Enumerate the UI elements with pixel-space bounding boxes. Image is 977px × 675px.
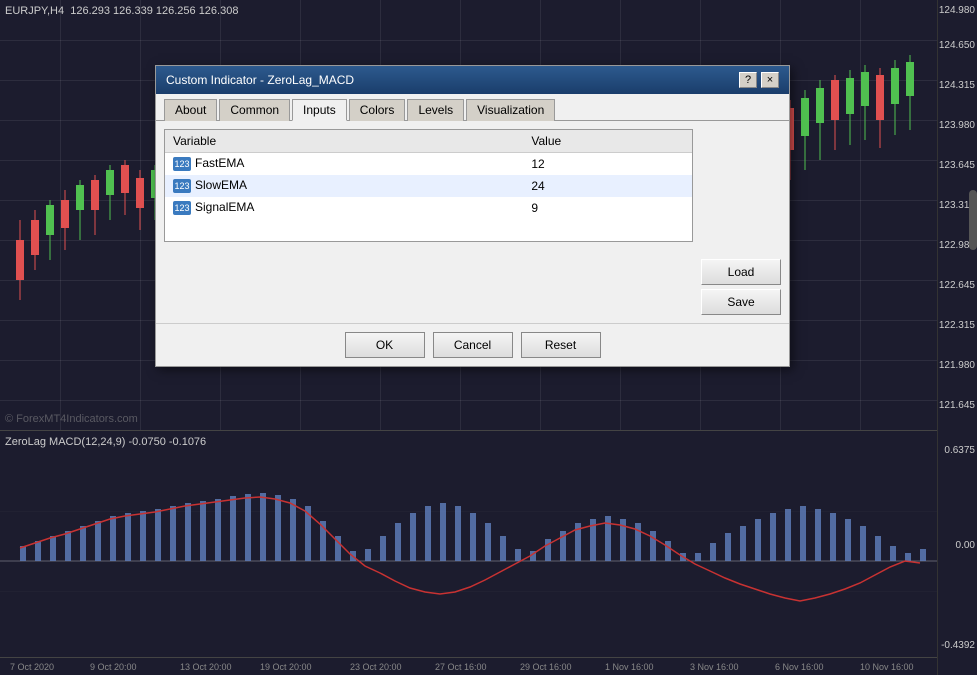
dialog-titlebar: Custom Indicator - ZeroLag_MACD ? × bbox=[156, 66, 789, 94]
table-section: Variable Value 123FastEMA 12 bbox=[164, 129, 693, 315]
save-button[interactable]: Save bbox=[701, 289, 781, 315]
reset-button[interactable]: Reset bbox=[521, 332, 601, 358]
table-row[interactable]: 123SignalEMA 9 bbox=[165, 197, 692, 219]
tab-visualization[interactable]: Visualization bbox=[466, 99, 555, 121]
load-button[interactable]: Load bbox=[701, 259, 781, 285]
table-header-row: Variable Value bbox=[165, 130, 692, 153]
tab-levels[interactable]: Levels bbox=[407, 99, 464, 121]
inputs-table: Variable Value 123FastEMA 12 bbox=[165, 130, 692, 241]
table-row[interactable]: 123SlowEMA 24 bbox=[165, 175, 692, 197]
dialog-controls: ? × bbox=[739, 72, 779, 88]
close-button[interactable]: × bbox=[761, 72, 779, 88]
table-spacer-row bbox=[165, 219, 692, 241]
var-cell-2: 123SlowEMA bbox=[165, 175, 523, 197]
tab-common[interactable]: Common bbox=[219, 99, 290, 121]
table-row[interactable]: 123FastEMA 12 bbox=[165, 153, 692, 175]
val-cell-3[interactable]: 9 bbox=[523, 197, 692, 219]
dialog-layout: Variable Value 123FastEMA 12 bbox=[164, 129, 781, 315]
val-cell-2[interactable]: 24 bbox=[523, 175, 692, 197]
inputs-table-container: Variable Value 123FastEMA 12 bbox=[164, 129, 693, 242]
dialog-overlay: Custom Indicator - ZeroLag_MACD ? × Abou… bbox=[0, 0, 977, 675]
table-spacer-cell bbox=[165, 219, 692, 241]
val-cell-1[interactable]: 12 bbox=[523, 153, 692, 175]
var-cell-1: 123FastEMA bbox=[165, 153, 523, 175]
dialog-footer: OK Cancel Reset bbox=[156, 323, 789, 366]
col-value: Value bbox=[523, 130, 692, 153]
var-icon-3: 123 bbox=[173, 201, 191, 215]
tab-about[interactable]: About bbox=[164, 99, 217, 121]
side-buttons: Load Save bbox=[701, 129, 781, 315]
var-icon-2: 123 bbox=[173, 179, 191, 193]
var-cell-3: 123SignalEMA bbox=[165, 197, 523, 219]
var-icon-1: 123 bbox=[173, 157, 191, 171]
dialog-title: Custom Indicator - ZeroLag_MACD bbox=[166, 73, 354, 87]
dialog-content: Variable Value 123FastEMA 12 bbox=[156, 121, 789, 323]
ok-button[interactable]: OK bbox=[345, 332, 425, 358]
tab-inputs[interactable]: Inputs bbox=[292, 99, 347, 121]
cancel-button[interactable]: Cancel bbox=[433, 332, 513, 358]
dialog-tabs: About Common Inputs Colors Levels Visual… bbox=[156, 94, 789, 121]
col-variable: Variable bbox=[165, 130, 523, 153]
tab-colors[interactable]: Colors bbox=[349, 99, 406, 121]
dialog: Custom Indicator - ZeroLag_MACD ? × Abou… bbox=[155, 65, 790, 367]
help-button[interactable]: ? bbox=[739, 72, 757, 88]
